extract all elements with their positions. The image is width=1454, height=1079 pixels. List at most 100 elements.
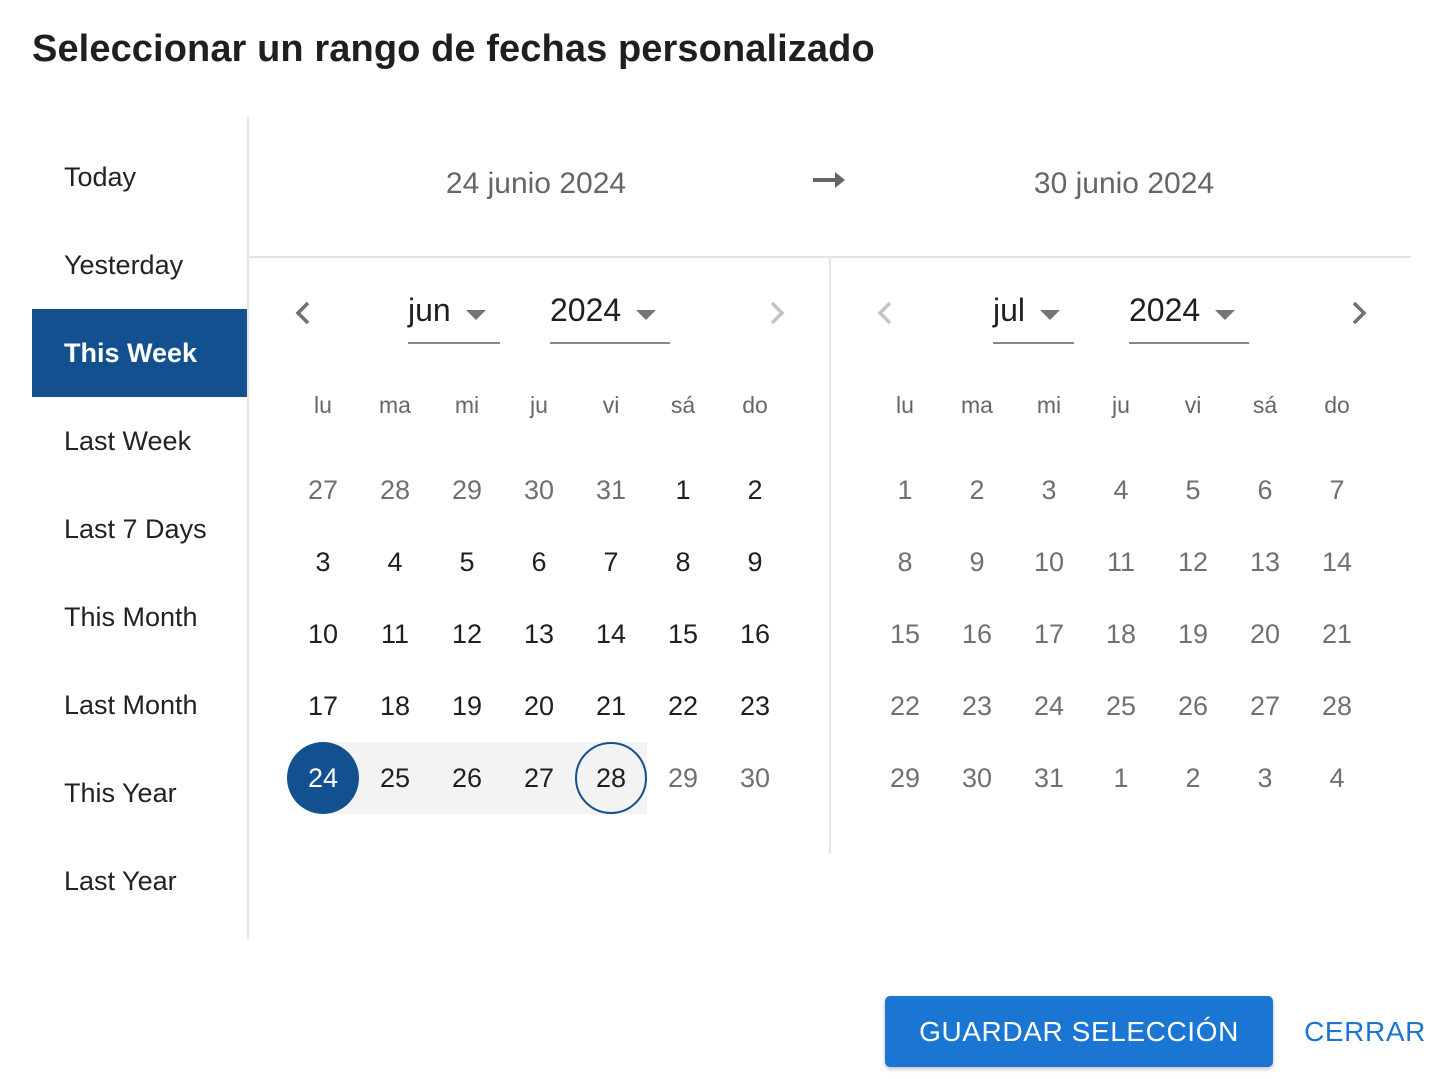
day-cell[interactable]: 2 <box>941 454 1013 526</box>
day-cell[interactable]: 3 <box>287 526 359 598</box>
day-cell[interactable]: 24 <box>1013 670 1085 742</box>
year-select-value: 2024 <box>550 292 622 328</box>
dialog-title: Seleccionar un rango de fechas personali… <box>32 28 875 70</box>
preset-yesterday[interactable]: Yesterday <box>32 221 248 309</box>
day-cell[interactable]: 9 <box>941 526 1013 598</box>
day-number: 1 <box>897 474 913 505</box>
save-selection-button[interactable]: GUARDAR SELECCIÓN <box>885 996 1273 1067</box>
day-cell[interactable]: 8 <box>869 526 941 598</box>
day-cell[interactable]: 30 <box>719 742 791 814</box>
day-cell[interactable]: 29 <box>431 454 503 526</box>
preset-last-week[interactable]: Last Week <box>32 397 248 485</box>
day-cell[interactable]: 12 <box>431 598 503 670</box>
day-cell[interactable]: 2 <box>1157 742 1229 814</box>
day-cell[interactable]: 22 <box>869 670 941 742</box>
day-cell[interactable]: 30 <box>941 742 1013 814</box>
in-range-day[interactable]: 27 <box>503 742 575 814</box>
day-cell[interactable]: 14 <box>575 598 647 670</box>
day-number: 16 <box>739 618 771 649</box>
day-cell[interactable]: 1 <box>1085 742 1157 814</box>
preset-this-year[interactable]: This Year <box>32 749 248 837</box>
day-cell[interactable]: 13 <box>1229 526 1301 598</box>
range-hover-end-day[interactable]: 28 <box>575 742 647 814</box>
day-cell[interactable]: 23 <box>719 670 791 742</box>
weekday-label: ma <box>961 392 993 418</box>
day-cell[interactable]: 30 <box>503 454 575 526</box>
day-cell[interactable]: 26 <box>1157 670 1229 742</box>
day-cell[interactable]: 22 <box>647 670 719 742</box>
day-cell[interactable]: 27 <box>1229 670 1301 742</box>
day-cell[interactable]: 10 <box>1013 526 1085 598</box>
day-cell[interactable]: 15 <box>869 598 941 670</box>
range-start-day[interactable]: 24 <box>287 742 359 814</box>
day-cell[interactable]: 2 <box>719 454 791 526</box>
in-range-day[interactable]: 25 <box>359 742 431 814</box>
day-cell[interactable]: 28 <box>359 454 431 526</box>
day-cell[interactable]: 12 <box>1157 526 1229 598</box>
day-cell[interactable]: 6 <box>503 526 575 598</box>
day-cell[interactable]: 29 <box>869 742 941 814</box>
day-number: 31 <box>1033 762 1065 793</box>
day-cell[interactable]: 4 <box>1301 742 1373 814</box>
day-cell[interactable]: 16 <box>941 598 1013 670</box>
month-select[interactable]: jul <box>993 290 1074 344</box>
day-cell[interactable]: 9 <box>719 526 791 598</box>
day-cell[interactable]: 7 <box>1301 454 1373 526</box>
day-cell[interactable]: 28 <box>1301 670 1373 742</box>
day-cell[interactable]: 25 <box>1085 670 1157 742</box>
day-cell[interactable]: 31 <box>1013 742 1085 814</box>
day-cell[interactable]: 20 <box>503 670 575 742</box>
day-number: 25 <box>1105 690 1137 721</box>
day-cell[interactable]: 14 <box>1301 526 1373 598</box>
day-cell[interactable]: 13 <box>503 598 575 670</box>
day-cell[interactable]: 3 <box>1013 454 1085 526</box>
day-cell[interactable]: 23 <box>941 670 1013 742</box>
chevron-right-icon[interactable] <box>759 296 793 330</box>
day-cell[interactable]: 5 <box>1157 454 1229 526</box>
day-cell[interactable]: 31 <box>575 454 647 526</box>
day-cell[interactable]: 1 <box>869 454 941 526</box>
day-cell[interactable]: 19 <box>1157 598 1229 670</box>
year-select[interactable]: 2024 <box>550 290 670 344</box>
day-cell[interactable]: 11 <box>359 598 431 670</box>
chevron-right-icon[interactable] <box>1341 296 1375 330</box>
day-cell[interactable]: 17 <box>287 670 359 742</box>
in-range-day[interactable]: 26 <box>431 742 503 814</box>
day-cell[interactable]: 5 <box>431 526 503 598</box>
day-cell[interactable]: 17 <box>1013 598 1085 670</box>
day-cell[interactable]: 7 <box>575 526 647 598</box>
preset-this-week[interactable]: This Week <box>32 309 248 397</box>
close-button[interactable]: CERRAR <box>1290 996 1440 1067</box>
year-select[interactable]: 2024 <box>1129 290 1249 344</box>
day-cell[interactable]: 4 <box>359 526 431 598</box>
preset-today[interactable]: Today <box>32 133 248 221</box>
day-cell[interactable]: 18 <box>359 670 431 742</box>
day-cell[interactable]: 29 <box>647 742 719 814</box>
day-cell[interactable]: 27 <box>287 454 359 526</box>
month-select[interactable]: jun <box>408 290 500 344</box>
day-cell[interactable]: 19 <box>431 670 503 742</box>
day-cell[interactable]: 20 <box>1229 598 1301 670</box>
preset-last-year[interactable]: Last Year <box>32 837 248 925</box>
chevron-left-icon[interactable] <box>287 296 321 330</box>
chevron-left-icon[interactable] <box>869 296 903 330</box>
day-cell[interactable]: 21 <box>575 670 647 742</box>
week-row: 10 11 12 13 14 15 16 <box>287 598 791 670</box>
day-cell[interactable]: 21 <box>1301 598 1373 670</box>
day-cell[interactable]: 15 <box>647 598 719 670</box>
day-cell[interactable]: 3 <box>1229 742 1301 814</box>
preset-this-month[interactable]: This Month <box>32 573 248 661</box>
day-cell[interactable]: 10 <box>287 598 359 670</box>
preset-last-7-days[interactable]: Last 7 Days <box>32 485 248 573</box>
day-cell[interactable]: 18 <box>1085 598 1157 670</box>
day-cell[interactable]: 11 <box>1085 526 1157 598</box>
day-cell[interactable]: 1 <box>647 454 719 526</box>
day-cell[interactable]: 4 <box>1085 454 1157 526</box>
day-cell[interactable]: 8 <box>647 526 719 598</box>
day-cell[interactable]: 6 <box>1229 454 1301 526</box>
weekday-header: lu ma mi ju vi sá do <box>869 392 1373 419</box>
day-number: 2 <box>747 474 763 505</box>
day-number: 2 <box>1185 762 1201 793</box>
day-cell[interactable]: 16 <box>719 598 791 670</box>
preset-last-month[interactable]: Last Month <box>32 661 248 749</box>
